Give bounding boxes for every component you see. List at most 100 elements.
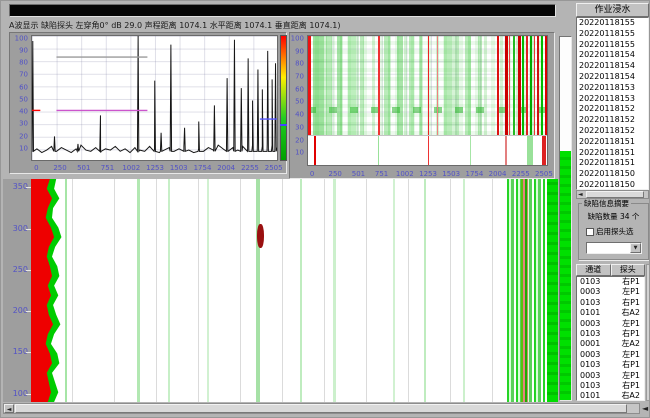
job-list-item[interactable]: 20220118152 [577,126,648,137]
x-tick-label: 2505 [265,164,283,172]
job-scroll-left-icon[interactable]: ◄ [578,191,583,198]
x-tick-label: 250 [329,170,342,178]
bscan-stripe [409,36,414,135]
defect-table-row[interactable]: 0103右P1 [577,298,644,308]
bscan-bottom-stripe [314,136,316,165]
bscan-bottom-stripe [505,136,508,165]
job-list-item[interactable]: 20220118155 [577,18,648,29]
job-list-item[interactable]: 20220118154 [577,61,648,72]
y-tick-label: 20 [19,133,28,140]
table-scroll-left-icon[interactable]: ◄ [642,404,648,413]
job-list-item[interactable]: 20220118155 [577,29,648,40]
cell-probe: 右P1 [609,298,644,308]
y-tick-label: 20 [295,137,304,144]
y-tick-label: 70 [19,72,28,79]
x-tick-label: 1002 [122,164,140,172]
bscan-stripe [530,36,532,135]
job-list-item[interactable]: 20220118154 [577,72,648,83]
x-tick-label: 751 [101,164,114,172]
cell-channel: 0103 [577,360,609,370]
y-tick-label: 100 [291,35,304,42]
defect-table-row[interactable]: 0103右P1 [577,360,644,370]
checkbox[interactable] [586,228,594,236]
cell-channel: 0003 [577,350,609,360]
job-list-scrollbar[interactable]: ◄ [576,190,649,199]
defect-table-row[interactable]: 0101右A2 [577,308,644,318]
waterfall-y-axis: 350300250200150100 [3,179,31,402]
defect-table-row[interactable]: 0103右P1 [577,277,644,287]
cell-channel: 0103 [577,298,609,308]
defect-table-row[interactable]: 0003左P1 [577,350,644,360]
scroll-left-arrow-icon[interactable]: ◄ [4,404,14,413]
defect-table-row[interactable]: 0001左A2 [577,339,644,349]
right-defect-band [507,179,546,402]
job-list-item[interactable]: 20220118151 [577,148,648,159]
job-list-item[interactable]: 20220118151 [577,158,648,169]
probe-dropdown[interactable]: ▼ [586,242,642,254]
x-tick-label: 1503 [442,170,460,178]
waterfall-stripe [463,179,465,402]
x-tick-label: 1253 [419,170,437,178]
column-header-probe: 探头 [611,264,646,276]
job-list-scrollbar-thumb[interactable] [586,191,644,198]
job-list-item[interactable]: 20220118150 [577,180,648,190]
defect-table-header: 通道 探头 [576,264,645,276]
job-list[interactable]: 2022011815520220118155202201181552022011… [576,17,649,190]
defect-table-row[interactable]: 0103右P1 [577,329,644,339]
defect-table-row[interactable]: 0101右A2 [577,391,644,401]
cell-channel: 0103 [577,381,609,391]
defect-blob [257,224,264,249]
job-list-item[interactable]: 20220118152 [577,104,648,115]
bscan-bottom-stripe [470,136,471,165]
waterfall-green-edge [547,179,558,402]
y-tick-label: 80 [295,61,304,68]
bscan-bottom-stripe [428,136,429,165]
x-tick-label: 2004 [217,164,235,172]
y-tick-label: 10 [295,150,304,157]
y-tick-label: 40 [19,109,28,116]
job-list-item[interactable]: 20220118152 [577,115,648,126]
job-list-item[interactable]: 20220118154 [577,50,648,61]
y-tick-label: 90 [295,48,304,55]
defect-table-row[interactable]: 0003左P1 [577,371,644,381]
cell-probe: 右A2 [609,308,644,318]
defect-table-row[interactable]: 0003左P1 [577,287,644,297]
enable-probe-checkbox-row[interactable]: 启用探头选 [586,226,648,237]
scan-progress-indicator [559,36,572,401]
y-tick-label: 30 [19,121,28,128]
cell-probe: 左A2 [609,339,644,349]
job-list-item[interactable]: 20220118153 [577,94,648,105]
horizontal-scrollbar-thumb[interactable] [15,404,627,413]
ascan-plot[interactable] [31,35,278,161]
y-tick-label: 70 [295,73,304,80]
defect-table-body[interactable]: 0103右P10003左P10103右P10101右A20003左P10103右… [576,276,645,401]
waterfall-stripe [424,179,427,402]
x-tick-label: 250 [53,164,66,172]
bscan-plot[interactable] [307,35,548,166]
ascan-y-axis: 100908070605040302010 [10,35,30,161]
job-list-item[interactable]: 20220118155 [577,40,648,51]
bscan-stripe [513,36,515,135]
job-list-item[interactable]: 20220118151 [577,137,648,148]
dropdown-arrow-icon[interactable]: ▼ [630,243,641,253]
sidebar-vertical-scrollbar[interactable] [646,264,650,401]
waterfall-stripe [207,179,209,402]
waterfall-plot[interactable] [31,179,548,402]
horizontal-scrollbar[interactable]: ◄ [3,403,640,414]
defect-table-row[interactable]: 0003左P1 [577,319,644,329]
x-tick-label: 2505 [535,170,553,178]
cell-probe: 左P1 [609,350,644,360]
x-tick-label: 1754 [465,170,483,178]
job-list-item[interactable]: 20220118150 [577,169,648,180]
x-tick-label: 0 [34,164,38,172]
bscan-stripe [313,36,323,135]
bscan-y-axis: 100908070605040302010 [290,35,306,166]
job-list-item[interactable]: 20220118153 [577,83,648,94]
bscan-stripe [360,36,364,135]
sidebar-header-button[interactable]: 作业浸水 [576,3,649,17]
bscan-stripe [384,36,390,135]
cell-probe: 左P1 [609,319,644,329]
defect-table-row[interactable]: 0103右P1 [577,381,644,391]
bscan-stripe [326,36,333,135]
waterfall-stripe [168,179,170,402]
